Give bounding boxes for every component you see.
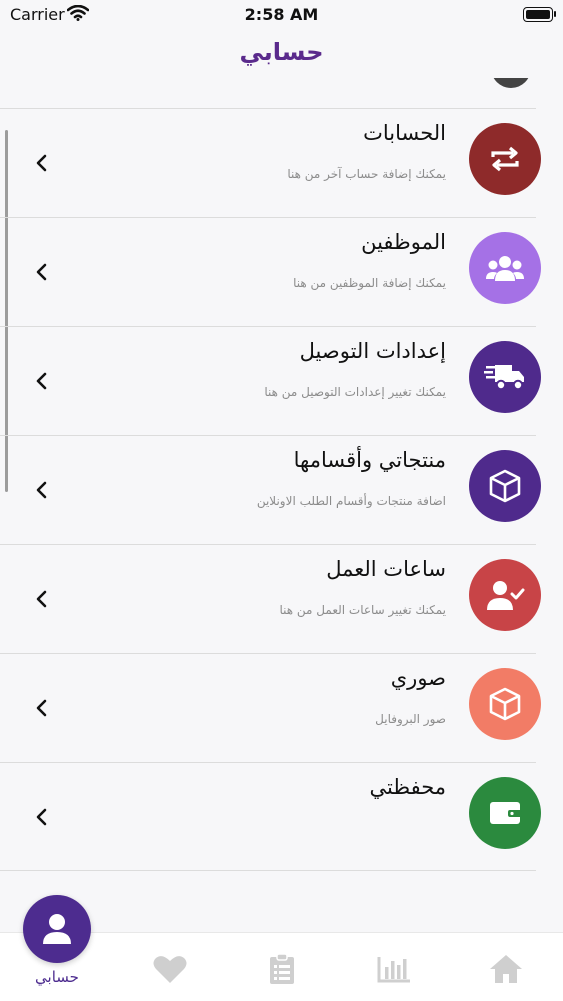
repeat-icon xyxy=(469,123,541,195)
menu-item-title: محفظتي xyxy=(369,775,447,799)
user-check-icon xyxy=(469,559,541,631)
tab-my-account-label: حسابي xyxy=(35,968,79,986)
chevron-left-icon xyxy=(36,808,47,826)
bar-chart-icon xyxy=(377,957,410,983)
box-icon xyxy=(469,450,541,522)
menu-item-working-hours[interactable]: ساعات العمل يمكنك تغيير ساعات العمل من ه… xyxy=(0,545,541,653)
wallet-icon xyxy=(469,777,541,849)
menu-item-subtitle: يمكنك تغيير ساعات العمل من هنا xyxy=(279,603,447,617)
status-bar: Carrier 2:58 AM xyxy=(0,0,563,32)
chevron-left-icon xyxy=(36,263,47,281)
tab-my-account[interactable] xyxy=(23,895,91,963)
home-icon xyxy=(490,955,522,983)
previous-item-icon-edge xyxy=(491,78,531,92)
heart-icon xyxy=(153,956,187,983)
menu-item-my-photos[interactable]: صوري صور البروفايل xyxy=(0,654,541,762)
menu-item-title: ساعات العمل xyxy=(326,557,446,581)
divider xyxy=(0,870,536,871)
chevron-left-icon xyxy=(36,372,47,390)
menu-item-products[interactable]: منتجاتي وأقسامها اضافة منتجات وأقسام الط… xyxy=(0,436,541,544)
menu-item-title: صوري xyxy=(390,666,446,690)
menu-item-subtitle: يمكنك تغيير إعدادات التوصيل من هنا xyxy=(264,385,446,399)
chevron-left-icon xyxy=(36,481,47,499)
chevron-left-icon xyxy=(36,590,47,608)
users-icon xyxy=(469,232,541,304)
chevron-left-icon xyxy=(36,699,47,717)
menu-item-my-wallet[interactable]: محفظتي xyxy=(0,763,541,871)
menu-item-delivery-settings[interactable]: إعدادات التوصيل يمكنك تغيير إعدادات التو… xyxy=(0,327,541,435)
menu-item-accounts[interactable]: الحسابات يمكنك إضافة حساب آخر من هنا xyxy=(0,109,541,217)
tab-statistics[interactable] xyxy=(374,951,414,987)
menu-item-title: منتجاتي وأقسامها xyxy=(293,448,446,472)
menu-item-subtitle: يمكنك إضافة حساب آخر من هنا xyxy=(287,167,446,181)
menu-item-subtitle: اضافة منتجات وأقسام الطلب الاونلاين xyxy=(256,494,446,508)
page-title: حسابي xyxy=(239,38,324,66)
status-time: 2:58 AM xyxy=(244,5,319,24)
box-icon xyxy=(469,668,541,740)
menu-item-employees[interactable]: الموظفين يمكنك إضافة الموظفين من هنا xyxy=(0,218,541,326)
tab-orders[interactable] xyxy=(262,951,302,987)
menu-item-title: الموظفين xyxy=(361,230,446,254)
battery-icon xyxy=(523,7,556,22)
chevron-left-icon xyxy=(36,154,47,172)
menu-item-title: الحسابات xyxy=(363,121,446,145)
menu-item-title: إعدادات التوصيل xyxy=(299,339,446,363)
user-icon xyxy=(43,914,71,944)
menu-item-subtitle: يمكنك إضافة الموظفين من هنا xyxy=(293,276,446,290)
tab-home[interactable] xyxy=(486,951,526,987)
menu-item-subtitle: صور البروفايل xyxy=(375,712,446,726)
delivery-truck-icon xyxy=(469,341,541,413)
clipboard-list-icon xyxy=(270,953,294,984)
tab-favorites[interactable] xyxy=(150,951,190,987)
